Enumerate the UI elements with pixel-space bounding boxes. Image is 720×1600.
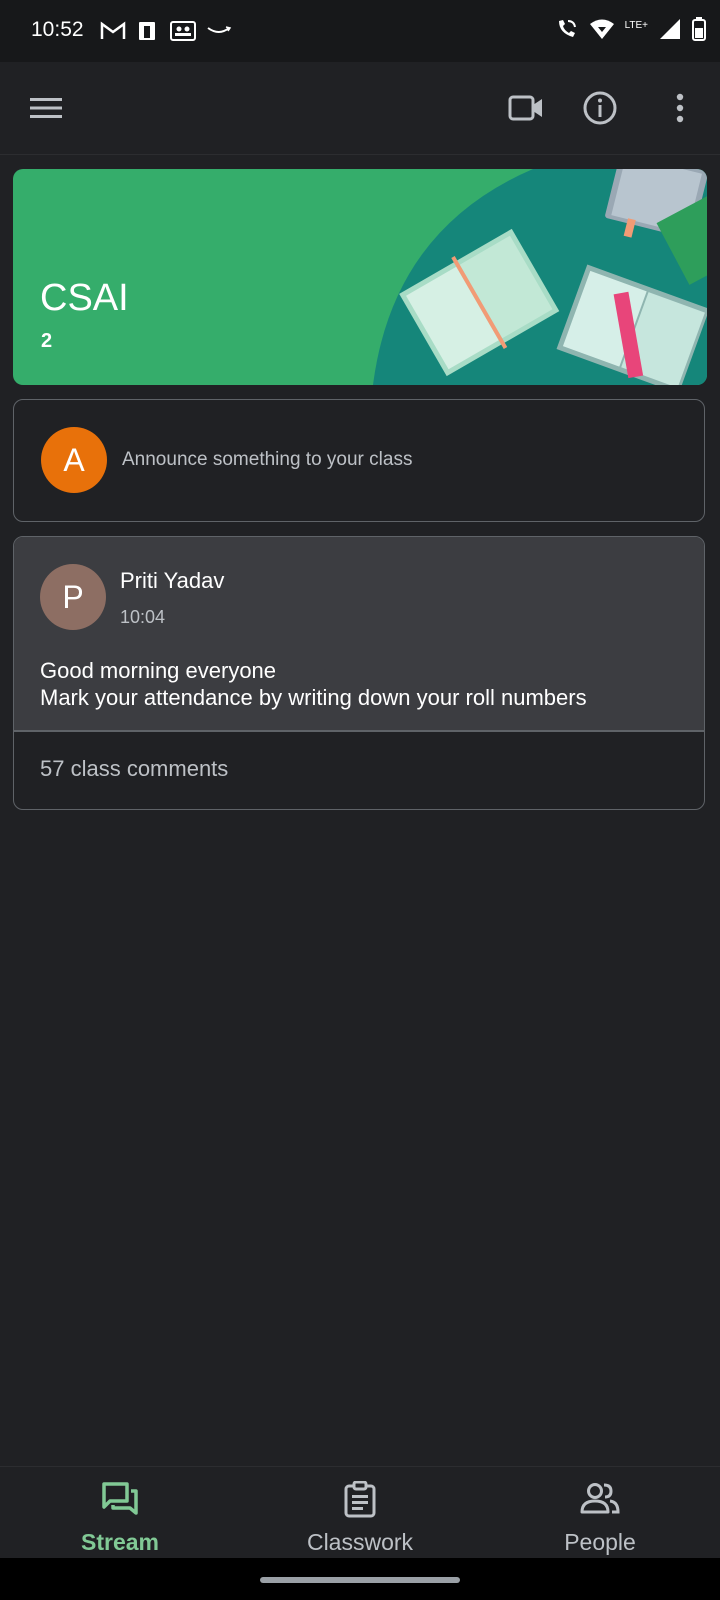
tab-stream[interactable]: Stream [0, 1467, 240, 1559]
amazon-icon [206, 24, 232, 43]
status-left-icons [100, 19, 232, 48]
gesture-bar [0, 1558, 720, 1600]
status-bar: 10:52 LTE+ [0, 0, 720, 62]
author-avatar: P [40, 564, 106, 630]
post-body-line: Good morning everyone [40, 658, 277, 683]
wifi-calling-icon [555, 17, 579, 46]
gesture-handle[interactable] [260, 1577, 460, 1583]
sim-card-icon [136, 19, 160, 48]
status-time: 10:52 [31, 18, 84, 41]
class-banner[interactable]: CSAI 2 [13, 169, 707, 385]
more-vert-icon[interactable] [660, 88, 700, 128]
post-body-line: Mark your attendance by writing down you… [40, 685, 587, 710]
post-time: 10:04 [120, 607, 166, 627]
tab-classwork[interactable]: Classwork [240, 1467, 480, 1559]
announce-placeholder[interactable]: Announce something to your class [122, 449, 412, 471]
post-body: Good morning everyone Mark your attendan… [40, 657, 587, 711]
app-bar [0, 62, 720, 155]
classwork-icon [343, 1480, 377, 1524]
menu-icon[interactable] [26, 88, 66, 128]
user-avatar: A [41, 427, 107, 493]
announce-card[interactable]: A Announce something to your class [13, 399, 705, 522]
divider [14, 730, 704, 732]
signal-icon [658, 17, 682, 46]
video-call-icon[interactable] [506, 88, 546, 128]
status-right-icons: LTE+ [555, 17, 706, 46]
tab-classwork-label: Classwork [306, 1529, 414, 1555]
wifi-icon [589, 18, 615, 45]
post-author: Priti Yadav [120, 568, 225, 593]
class-section: 2 [41, 330, 53, 352]
class-comments-link[interactable]: 57 class comments [40, 756, 228, 782]
class-title: CSAI [40, 277, 129, 319]
tab-stream-label: Stream [81, 1529, 159, 1555]
post-card[interactable]: P Priti Yadav 10:04 Good morning everyon… [13, 536, 705, 810]
bottom-navigation: Stream Classwork People [0, 1466, 720, 1559]
people-icon [579, 1481, 621, 1520]
info-icon[interactable] [580, 88, 620, 128]
tab-people-label: People [564, 1529, 636, 1555]
tab-people[interactable]: People [480, 1467, 720, 1559]
network-type-label: LTE+ [624, 20, 648, 31]
gmail-icon [100, 21, 126, 46]
stream-icon [101, 1481, 139, 1522]
teams-icon [170, 20, 196, 47]
battery-icon [692, 17, 706, 46]
